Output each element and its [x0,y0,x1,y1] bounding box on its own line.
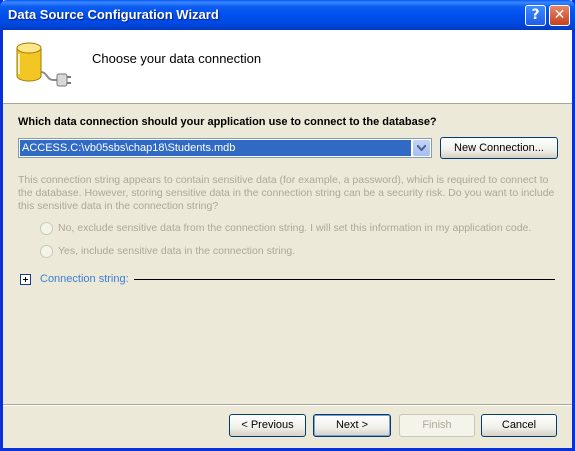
next-button[interactable]: Next > [313,414,391,437]
finish-button: Finish [399,414,475,437]
radio-exclude-label: No, exclude sensitive data from the conn… [58,222,532,234]
cancel-label: Cancel [501,419,537,431]
dropdown-arrow-button[interactable] [413,140,430,156]
connection-string-label[interactable]: Connection string: [40,273,129,285]
page-title: Choose your data connection [92,51,262,66]
radio-include-circle [40,245,53,258]
sensitive-data-notice: This connection string appears to contai… [18,174,555,212]
new-connection-label: New Connection... [454,142,544,154]
radio-exclude-circle [40,222,53,235]
next-label: Next > [335,419,369,431]
help-icon: ? [531,7,540,23]
window-title: Data Source Configuration Wizard [8,7,219,22]
previous-button[interactable]: < Previous [229,414,306,437]
wizard-header: Choose your data connection [3,30,572,104]
footer-divider [3,404,572,406]
connection-question: Which data connection should your applic… [18,116,437,128]
close-icon: ✕ [553,7,566,23]
help-button[interactable]: ? [525,5,546,26]
expand-connection-string-icon[interactable] [20,274,31,285]
wizard-window: Data Source Configuration Wizard ? ✕ Cho… [0,0,575,451]
connection-dropdown[interactable]: ACCESS.C:\vb05sbs\chap18\Students.mdb [18,138,432,158]
cancel-button[interactable]: Cancel [481,414,557,437]
chevron-down-icon [417,145,426,151]
title-bar[interactable]: Data Source Configuration Wizard ? ✕ [0,0,575,30]
connection-dropdown-value: ACCESS.C:\vb05sbs\chap18\Students.mdb [20,140,411,156]
close-button[interactable]: ✕ [549,5,570,26]
finish-label: Finish [422,419,452,431]
new-connection-button[interactable]: New Connection... [440,137,558,159]
database-plug-icon [16,42,71,87]
connection-string-divider [134,279,555,280]
previous-label: < Previous [241,419,294,431]
radio-include-label: Yes, include sensitive data in the conne… [58,245,296,257]
